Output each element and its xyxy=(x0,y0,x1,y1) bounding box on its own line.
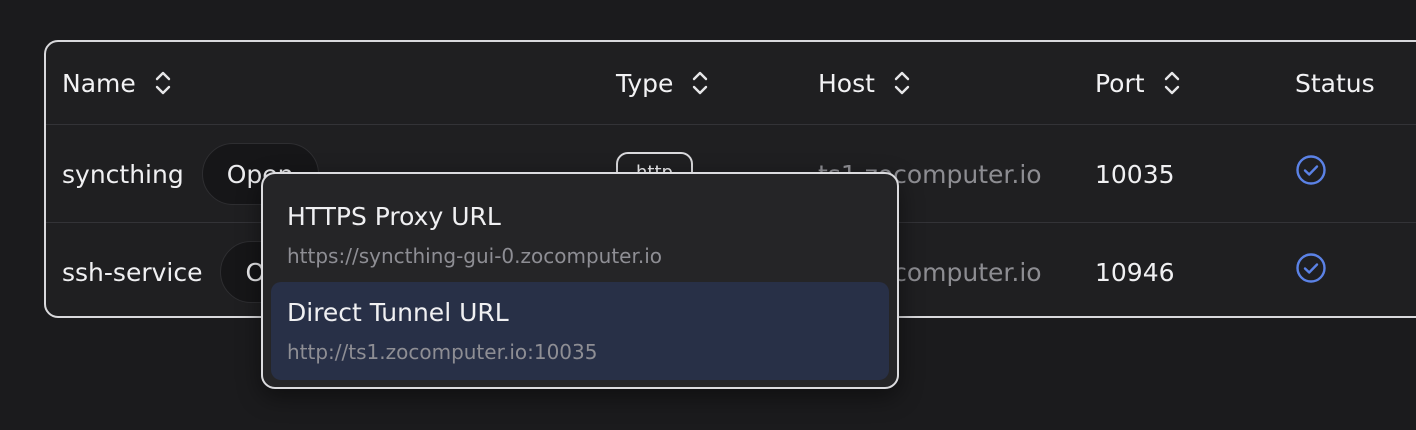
sort-icon[interactable] xyxy=(893,69,911,97)
service-name: syncthing xyxy=(62,159,184,189)
sort-icon[interactable] xyxy=(1163,69,1181,97)
column-header-status-label: Status xyxy=(1295,68,1375,98)
column-header-port-label: Port xyxy=(1095,68,1145,98)
service-port: 10035 xyxy=(1095,159,1175,189)
check-circle-icon xyxy=(1296,155,1326,185)
menu-item-title: Direct Tunnel URL xyxy=(287,298,509,327)
service-status-cell xyxy=(1295,125,1327,223)
column-header-name-label: Name xyxy=(62,68,136,98)
menu-item-title: HTTPS Proxy URL xyxy=(287,202,501,231)
menu-item-url: https://syncthing-gui-0.zocomputer.io xyxy=(287,244,663,268)
service-name: ssh-service xyxy=(62,257,203,287)
service-status-cell xyxy=(1295,223,1327,316)
column-header-host[interactable]: Host xyxy=(818,42,911,124)
menu-item-url: http://ts1.zocomputer.io:10035 xyxy=(287,340,598,364)
sort-icon[interactable] xyxy=(154,69,172,97)
menu-item-direct-tunnel-url[interactable]: Direct Tunnel URL http://ts1.zocomputer.… xyxy=(271,282,889,380)
column-header-type[interactable]: Type xyxy=(616,42,709,124)
column-header-name[interactable]: Name xyxy=(62,42,172,124)
sort-icon[interactable] xyxy=(691,69,709,97)
service-port: 10946 xyxy=(1095,257,1175,287)
service-port-cell: 10946 xyxy=(1095,223,1175,316)
table-header-row: Name Type Host Port Status xyxy=(46,42,1416,124)
column-header-port[interactable]: Port xyxy=(1095,42,1181,124)
column-header-type-label: Type xyxy=(616,68,674,98)
check-circle-icon xyxy=(1296,253,1326,283)
open-url-dropdown-menu: HTTPS Proxy URL https://syncthing-gui-0.… xyxy=(261,172,899,389)
column-header-host-label: Host xyxy=(818,68,875,98)
service-port-cell: 10035 xyxy=(1095,125,1175,223)
menu-item-https-proxy-url[interactable]: HTTPS Proxy URL https://syncthing-gui-0.… xyxy=(271,182,889,282)
page: Name Type Host Port Status syncthing Ope… xyxy=(0,0,1416,430)
column-header-status: Status xyxy=(1295,42,1375,124)
